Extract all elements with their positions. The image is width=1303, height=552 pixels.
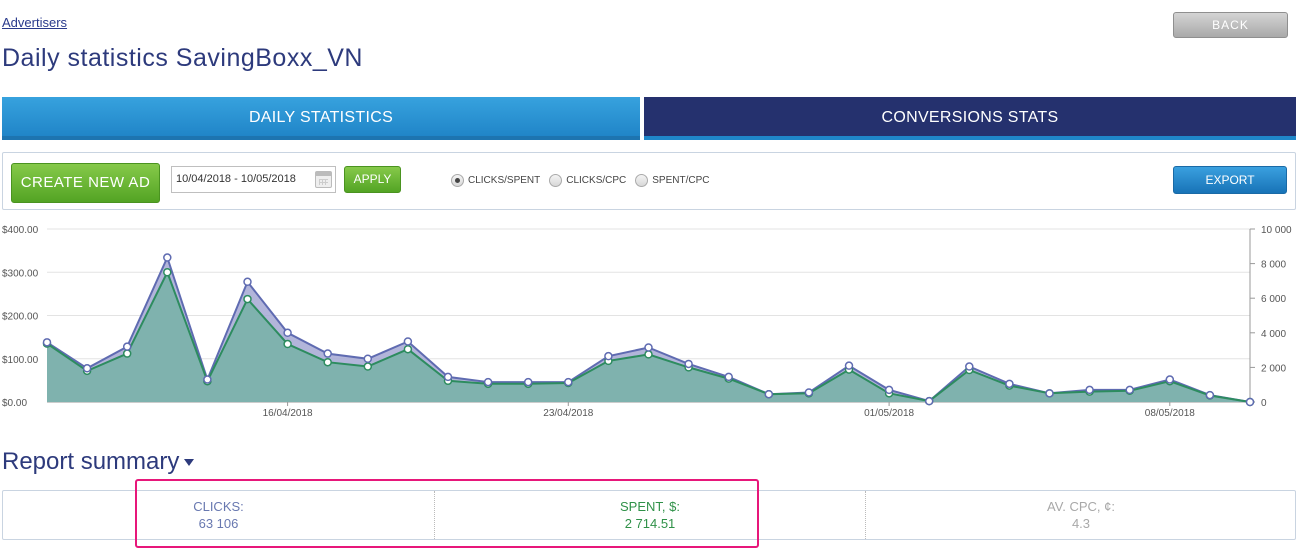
clicks-point — [1045, 389, 1054, 398]
clicks-point — [443, 372, 453, 382]
page-title: Daily statistics SavingBoxx_VN — [2, 44, 363, 72]
spent-point — [363, 362, 373, 371]
x-tick-label: 01/05/2018 — [864, 408, 914, 419]
y-left-tick-label: $200.00 — [2, 312, 39, 323]
radio-spent-cpc[interactable]: SPENT/CPC — [635, 174, 710, 187]
y-left-tick-label: $0.00 — [2, 398, 27, 409]
clicks-point — [844, 361, 854, 370]
summary-cpc-label: AV. CPC, ¢: — [1047, 499, 1115, 514]
clicks-point — [764, 389, 774, 399]
radio-unchecked-icon[interactable] — [549, 174, 563, 187]
back-button[interactable]: BACK — [1173, 12, 1288, 38]
clicks-point — [564, 377, 573, 387]
x-tick-label: 08/05/2018 — [1145, 408, 1195, 419]
radio-unchecked-icon[interactable] — [635, 174, 649, 187]
clicks-point — [483, 377, 493, 387]
export-button[interactable]: EXPORT — [1173, 166, 1287, 194]
clicks-point — [924, 396, 934, 406]
radio-label: CLICKS/SPENT — [468, 175, 541, 186]
clicks-point — [523, 377, 533, 387]
spent-point — [644, 350, 653, 359]
tab-bar: DAILY STATISTICS CONVERSIONS STATS — [2, 97, 1296, 140]
date-range-input[interactable]: 10/04/2018 - 10/05/2018 — [171, 166, 336, 193]
summary-clicks: CLICKS: 63 106 — [3, 491, 434, 539]
radio-clicks-spent[interactable]: CLICKS/SPENT — [451, 174, 540, 187]
summary-spent-value: 2 714.51 — [624, 516, 676, 531]
chart-mode-radio-group: CLICKS/SPENT CLICKS/CPC SPENT/CPC — [451, 174, 719, 187]
clicks-point — [42, 338, 52, 347]
clicks-point — [1165, 375, 1175, 384]
radio-clicks-cpc[interactable]: CLICKS/CPC — [549, 174, 626, 187]
summary-clicks-label: CLICKS: — [193, 499, 244, 514]
summary-clicks-value: 63 106 — [198, 516, 239, 531]
spent-point — [283, 339, 292, 349]
clicks-point — [884, 385, 894, 395]
x-tick-label: 23/04/2018 — [543, 408, 593, 419]
spent-point — [323, 357, 332, 367]
clicks-point — [604, 351, 613, 361]
report-summary-title: Report summary — [2, 448, 180, 475]
spent-point — [243, 294, 252, 304]
daily-stats-chart[interactable]: $0.00 $100.00 $200.00 $300.00 $400.00 0 2 000 4… — [0, 218, 1303, 428]
date-range-value: 10/04/2018 - 10/05/2018 — [176, 173, 296, 185]
spent-point — [122, 349, 132, 358]
y-left-tick-label: $300.00 — [2, 268, 39, 279]
summary-spent-label: SPENT, $: — [620, 499, 680, 514]
y-right-tick-label: 6 000 — [1261, 294, 1286, 305]
clicks-point — [965, 362, 974, 371]
y-right-tick-label: 4 000 — [1261, 329, 1286, 340]
y-right-tick-label: 8 000 — [1261, 260, 1286, 271]
report-summary-toggle[interactable]: Report summary — [2, 448, 195, 476]
summary-spent: SPENT, $: 2 714.51 — [434, 491, 865, 539]
clicks-point — [82, 364, 92, 373]
clicks-point — [724, 372, 733, 382]
create-new-ad-button[interactable]: CREATE NEW AD — [11, 163, 160, 203]
clicks-point — [403, 337, 413, 346]
clicks-point — [684, 359, 693, 369]
filter-toolbar: CREATE NEW AD 10/04/2018 - 10/05/2018 AP… — [2, 152, 1296, 210]
clicks-point — [363, 354, 373, 363]
clicks-point — [1085, 385, 1094, 395]
clicks-point — [1205, 390, 1215, 400]
radio-checked-icon[interactable] — [451, 174, 464, 187]
clicks-point — [804, 388, 814, 397]
summary-cpc: AV. CPC, ¢: 4.3 — [865, 491, 1296, 539]
spent-point — [403, 344, 413, 354]
clicks-point — [1245, 397, 1255, 407]
radio-label: SPENT/CPC — [652, 175, 710, 186]
clicks-point — [122, 342, 132, 351]
calendar-icon[interactable] — [315, 171, 332, 188]
clicks-point — [1005, 379, 1014, 389]
y-right-tick-label: 2 000 — [1261, 363, 1286, 374]
clicks-point — [644, 343, 653, 352]
x-tick-label: 16/04/2018 — [263, 408, 313, 419]
clicks-point — [203, 375, 212, 384]
clicks-point — [163, 253, 172, 262]
summary-cpc-value: 4.3 — [1071, 516, 1091, 531]
spent-point — [163, 268, 172, 277]
tab-conversions-stats[interactable]: CONVERSIONS STATS — [644, 97, 1296, 140]
clicks-point — [243, 277, 252, 287]
clicks-point — [283, 328, 292, 338]
tab-daily-statistics[interactable]: DAILY STATISTICS — [2, 97, 640, 140]
clicks-point — [1125, 385, 1134, 395]
y-right-tick-label: 10 000 — [1261, 225, 1292, 236]
y-left-tick-label: $400.00 — [2, 225, 39, 236]
y-right-tick-label: 0 — [1261, 398, 1267, 409]
clicks-point — [323, 349, 332, 358]
caret-down-icon — [184, 459, 195, 467]
report-summary-panel: CLICKS: 63 106 SPENT, $: 2 714.51 AV. CP… — [2, 490, 1296, 540]
apply-button[interactable]: APPLY — [344, 166, 401, 193]
radio-label: CLICKS/CPC — [566, 175, 627, 186]
breadcrumb-advertisers[interactable]: Advertisers — [2, 15, 67, 30]
y-left-tick-label: $100.00 — [2, 355, 39, 366]
